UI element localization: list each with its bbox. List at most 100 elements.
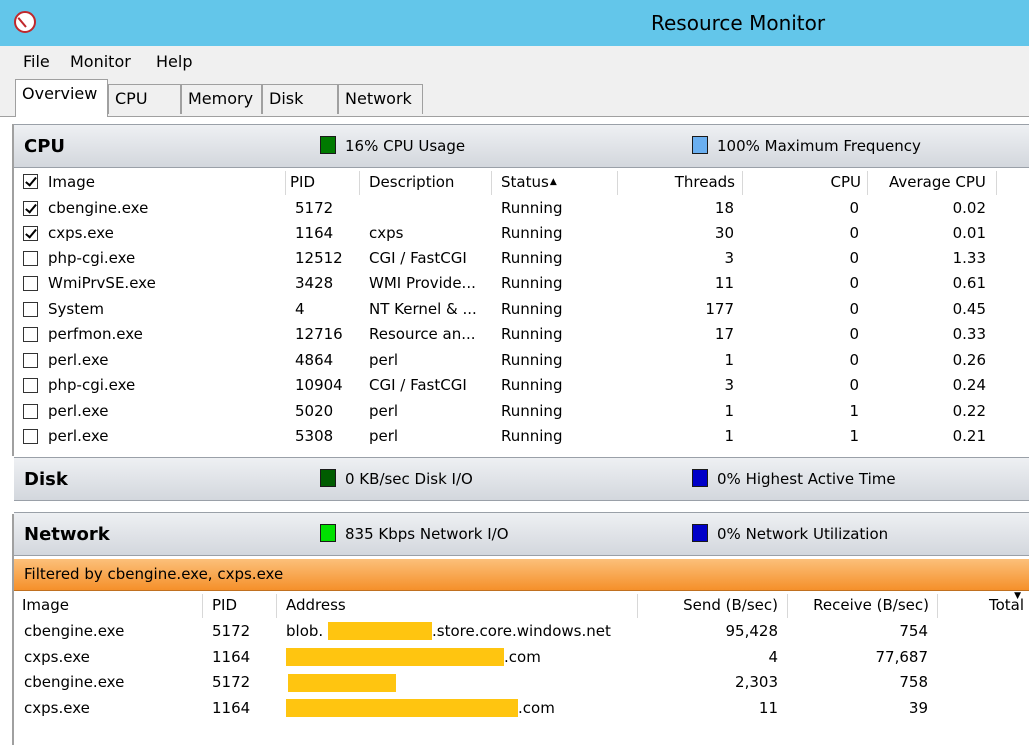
process-threads: 18 [714, 199, 734, 217]
column-average-cpu[interactable]: Average CPU [868, 171, 997, 195]
process-checkbox[interactable] [23, 378, 38, 393]
process-description: perl [369, 427, 399, 445]
process-image: php-cgi.exe [48, 249, 136, 267]
network-address-suffix: .com [504, 648, 541, 666]
process-average-cpu: 0.33 [952, 325, 986, 343]
process-cpu: 0 [849, 300, 859, 318]
redacted-address [286, 699, 518, 717]
column-total[interactable]: ▼ Total [938, 591, 1029, 618]
max-frequency-color-icon [692, 136, 708, 154]
column-receive[interactable]: Receive (B/sec) [788, 594, 938, 618]
process-cpu: 0 [849, 274, 859, 292]
disk-section-header[interactable]: Disk 0 KB/sec Disk I/O 0% Highest Active… [14, 457, 1029, 501]
process-threads: 1 [724, 427, 734, 445]
process-status: Running [501, 274, 563, 292]
process-image: cxps.exe [48, 224, 114, 242]
process-checkbox[interactable] [23, 201, 38, 216]
column-pid[interactable]: PID [286, 171, 360, 195]
network-section-title: Network [24, 524, 110, 545]
select-all-checkbox[interactable] [23, 174, 38, 189]
process-threads: 1 [724, 402, 734, 420]
cpu-section-header[interactable]: CPU 16% CPU Usage 100% Maximum Frequency [14, 124, 1029, 168]
process-checkbox[interactable] [23, 226, 38, 241]
process-status: Running [501, 300, 563, 318]
process-cpu: 0 [849, 199, 859, 217]
column-status[interactable]: Status▲ [492, 171, 618, 195]
column-threads[interactable]: Threads [618, 171, 743, 195]
window-title: Resource Monitor [651, 11, 826, 35]
menu-help[interactable]: Help [156, 52, 192, 71]
column-image[interactable]: Image [18, 594, 203, 618]
process-threads: 30 [714, 224, 734, 242]
tab-network[interactable]: Network [338, 84, 423, 114]
tab-overview[interactable]: Overview [15, 79, 108, 117]
network-receive: 77,687 [875, 648, 929, 666]
process-image: WmiPrvSE.exe [48, 274, 156, 292]
tab-cpu[interactable]: CPU [108, 84, 181, 114]
resource-monitor-app-icon[interactable] [14, 11, 36, 33]
process-image: perfmon.exe [48, 325, 143, 343]
tab-memory[interactable]: Memory [181, 84, 262, 114]
column-send[interactable]: Send (B/sec) [638, 594, 788, 618]
process-pid: 5172 [295, 199, 334, 217]
process-description: perl [369, 351, 399, 369]
process-checkbox[interactable] [23, 429, 38, 444]
network-send: 95,428 [725, 622, 779, 640]
process-image: System [48, 300, 104, 318]
sort-ascending-icon: ▲ [549, 177, 557, 187]
network-send: 4 [768, 648, 778, 666]
process-pid: 10904 [295, 376, 343, 394]
network-address-prefix: blob. [286, 622, 324, 640]
network-io-stat: 835 Kbps Network I/O [345, 525, 509, 543]
network-pid: 5172 [212, 673, 251, 691]
network-send: 2,303 [735, 673, 778, 691]
network-section-header[interactable]: Network 835 Kbps Network I/O 0% Network … [14, 512, 1029, 556]
network-receive: 754 [899, 622, 928, 640]
process-cpu: 0 [849, 325, 859, 343]
cpu-usage-stat: 16% CPU Usage [345, 137, 466, 155]
process-cpu: 0 [849, 351, 859, 369]
process-description: CGI / FastCGI [369, 249, 467, 267]
process-description: Resource an... [369, 325, 476, 343]
process-threads: 1 [724, 351, 734, 369]
process-average-cpu: 0.45 [952, 300, 986, 318]
network-image: cbengine.exe [24, 673, 125, 691]
process-pid: 4 [295, 300, 305, 318]
process-cpu: 0 [849, 376, 859, 394]
process-image: perl.exe [48, 427, 109, 445]
redacted-address [286, 648, 504, 666]
menu-file[interactable]: File [23, 52, 50, 71]
network-pid: 1164 [212, 699, 251, 717]
process-cpu: 1 [849, 427, 859, 445]
process-threads: 17 [714, 325, 734, 343]
process-checkbox[interactable] [23, 353, 38, 368]
network-receive: 39 [908, 699, 928, 717]
process-checkbox[interactable] [23, 327, 38, 342]
process-description: NT Kernel & ... [369, 300, 477, 318]
network-io-color-icon [320, 524, 336, 542]
process-pid: 12716 [295, 325, 343, 343]
column-image[interactable]: Image [44, 171, 286, 195]
column-pid[interactable]: PID [203, 594, 277, 618]
menu-monitor[interactable]: Monitor [70, 52, 131, 71]
process-checkbox[interactable] [23, 251, 38, 266]
process-average-cpu: 0.21 [952, 427, 986, 445]
tab-disk[interactable]: Disk [262, 84, 338, 114]
column-cpu[interactable]: CPU [743, 171, 868, 195]
process-pid: 1164 [295, 224, 334, 242]
process-average-cpu: 0.26 [952, 351, 986, 369]
process-checkbox[interactable] [23, 276, 38, 291]
filter-bar[interactable]: Filtered by cbengine.exe, cxps.exe [14, 559, 1029, 591]
network-address-suffix: .store.core.windows.net [432, 622, 611, 640]
process-checkbox[interactable] [23, 302, 38, 317]
disk-section-title: Disk [24, 469, 68, 490]
process-status: Running [501, 199, 563, 217]
sort-descending-icon: ▼ [1014, 591, 1021, 601]
cpu-section-title: CPU [24, 136, 66, 157]
column-address[interactable]: Address [277, 594, 638, 618]
network-receive: 758 [899, 673, 928, 691]
network-pid: 5172 [212, 622, 251, 640]
process-checkbox[interactable] [23, 404, 38, 419]
column-description[interactable]: Description [360, 171, 492, 195]
process-pid: 4864 [295, 351, 334, 369]
